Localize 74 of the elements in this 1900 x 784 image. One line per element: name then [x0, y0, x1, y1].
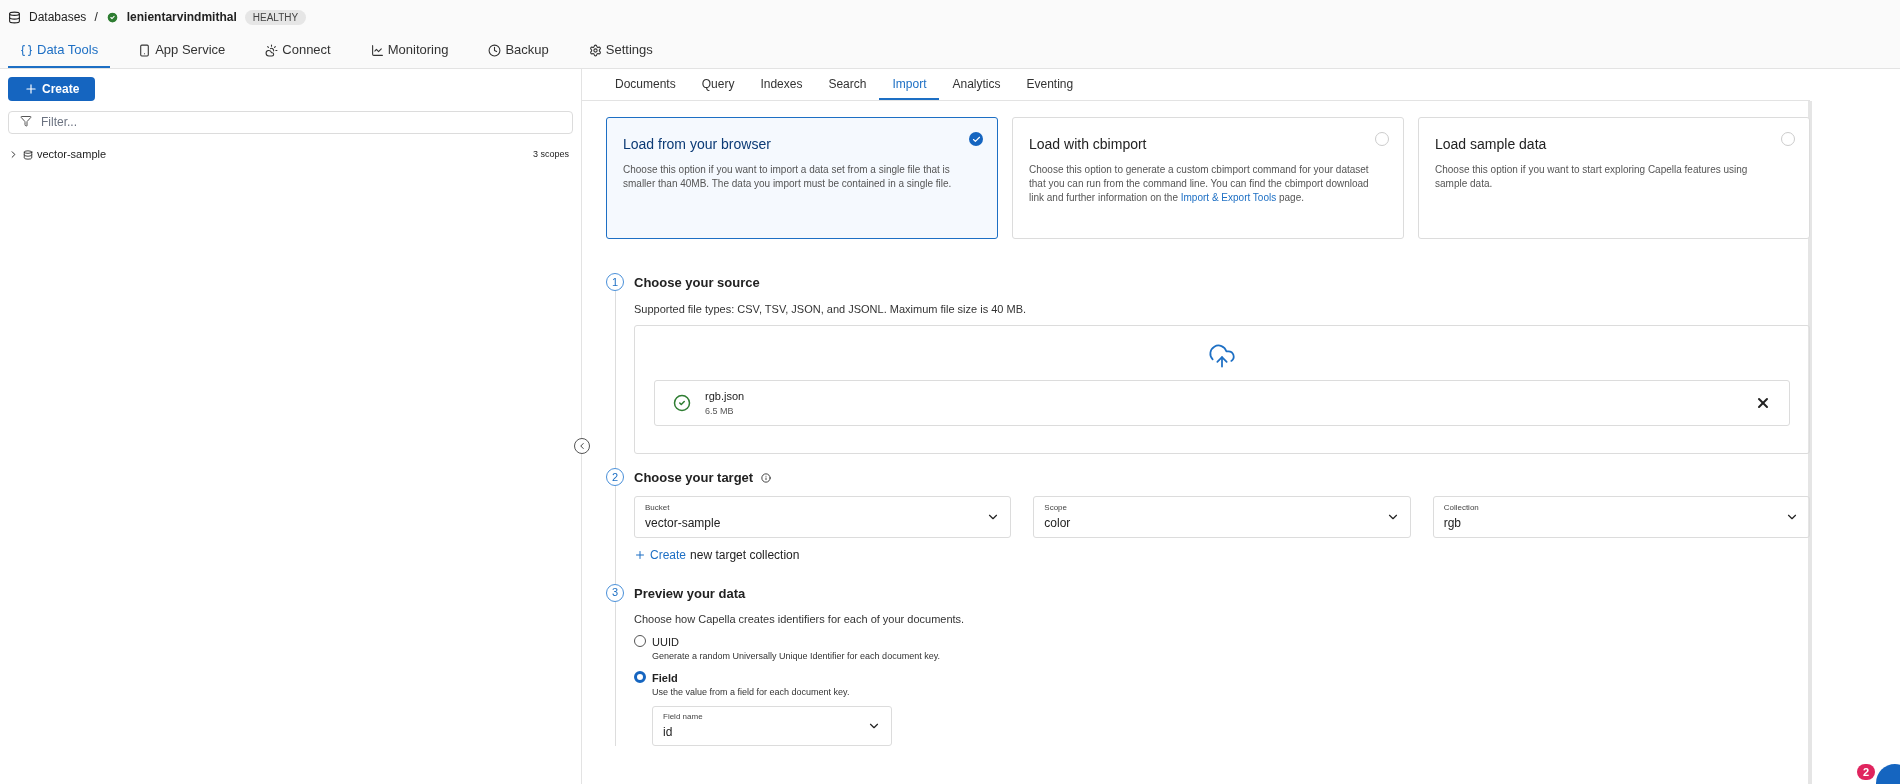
scope-count: 3 scopes	[532, 147, 569, 161]
field-name-dropdown[interactable]: Field name id	[652, 705, 892, 746]
option-title: Load sample data	[1435, 135, 1548, 154]
create-button[interactable]: Create	[8, 77, 96, 101]
section-title: Choose your source	[634, 274, 761, 292]
select-dropdown[interactable]: Scope color	[1033, 495, 1411, 538]
nav-tab[interactable]: App Service	[126, 34, 238, 68]
chevron-left-icon	[577, 441, 587, 451]
radio-button[interactable]	[634, 670, 646, 683]
sub-tab[interactable]: Indexes	[747, 69, 816, 100]
close-icon[interactable]	[1755, 395, 1771, 411]
option-title: Load from your browser	[623, 135, 772, 154]
import-export-tools-link[interactable]: Import & Export Tools	[1180, 192, 1277, 203]
success-check-icon	[673, 394, 691, 412]
radio-label: UUID	[652, 634, 680, 650]
file-size: 6.5 MB	[705, 404, 735, 418]
import-option-card[interactable]: Load sample data Choose this option if you want to start exploring Capella features using sample data.	[1418, 117, 1810, 239]
nav-tab[interactable]: Backup	[476, 34, 561, 68]
import-option-card[interactable]: Load from your browser Choose this option if you want to import a data set from a single file that is smaller than 40MB. The data you import must be contained in a single file.	[606, 117, 998, 239]
link-suffix: new target collection	[690, 546, 800, 564]
radio-label: Field	[652, 670, 679, 686]
select-dropdown[interactable]: Collection rgb	[1432, 495, 1810, 538]
breadcrumb-link[interactable]: Databases	[29, 8, 87, 26]
radio-description: Generate a random Universally Unique Identifier for each document key.	[652, 650, 940, 663]
phone-icon	[138, 43, 152, 57]
sub-tab[interactable]: Analytics	[939, 69, 1014, 100]
settings-icon	[588, 43, 602, 57]
select-dropdown[interactable]: Bucket vector-sample	[634, 495, 1012, 538]
section-title: Preview your data	[634, 584, 747, 603]
status-badge: HEALTHY	[244, 9, 307, 25]
bucket-name: vector-sample	[37, 147, 108, 163]
import-option-card[interactable]	[1012, 117, 1404, 239]
radio-description: Use the value from a field for each document key.	[652, 686, 850, 699]
cluster-name: lenientarvindmithal	[126, 9, 237, 26]
section-description: Choose how Capella creates identifiers for each of your documents.	[634, 612, 966, 627]
bucket-tree-item[interactable]: vector-sample 3 scopes	[8, 145, 573, 164]
nav-tab[interactable]: Data Tools	[8, 34, 111, 68]
healthy-status-icon	[105, 10, 119, 24]
step-number: 2	[606, 468, 624, 486]
sub-tab[interactable]: Query	[688, 69, 748, 100]
create-collection-link[interactable]: Create	[634, 545, 687, 564]
nav-tab[interactable]: Monitoring	[358, 34, 461, 68]
sub-tab[interactable]: Search	[815, 69, 880, 100]
nav-tab[interactable]: Settings	[576, 34, 665, 68]
info-icon	[761, 472, 772, 483]
section-description: Supported file types: CSV, TSV, JSON, and JSONL. Maximum file size is 40 MB.	[634, 301, 1028, 317]
filter-icon	[20, 115, 32, 127]
chart-icon	[370, 43, 384, 57]
database-icon	[8, 10, 21, 24]
option-title: Load with cbimport	[1029, 135, 1148, 154]
sub-tab[interactable]: Import	[879, 69, 940, 100]
plus-icon	[634, 548, 646, 561]
option-description: Choose this option if you want to import a data set from a single file that is smaller than 40MB. The data you import must be contained in a single file.	[623, 163, 953, 191]
selected-check-icon	[969, 132, 983, 146]
cloud-icon	[265, 43, 279, 57]
plus-icon	[24, 82, 38, 96]
step-number: 1	[606, 273, 624, 291]
breadcrumb-separator: /	[94, 9, 98, 26]
filter-field[interactable]: Filter...	[8, 110, 573, 134]
option-description: Choose this option to generate a custom cbimport command for your dataset that you can run from the command line. You can find the cbimport download link and further information on the Import & Export Tools page.	[1029, 163, 1370, 205]
upload-cloud-icon	[1208, 342, 1236, 370]
braces-icon	[20, 43, 33, 57]
sub-tab[interactable]: Documents	[602, 69, 689, 100]
nav-tab[interactable]: Connect	[253, 34, 343, 68]
step-number: 3	[606, 583, 624, 602]
file-name: rgb.json	[705, 389, 746, 404]
notification-badge: 2	[1857, 764, 1875, 780]
bucket-icon	[23, 149, 33, 160]
collapse-panel-button[interactable]	[574, 438, 590, 454]
clock-icon	[488, 43, 502, 57]
sub-tab[interactable]: Eventing	[1013, 69, 1087, 100]
option-description: Choose this option if you want to start exploring Capella features using sample data.	[1435, 163, 1749, 191]
upload-area[interactable]: rgb.json 6.5 MB	[634, 325, 1810, 454]
section-title: Choose your target	[634, 469, 754, 487]
